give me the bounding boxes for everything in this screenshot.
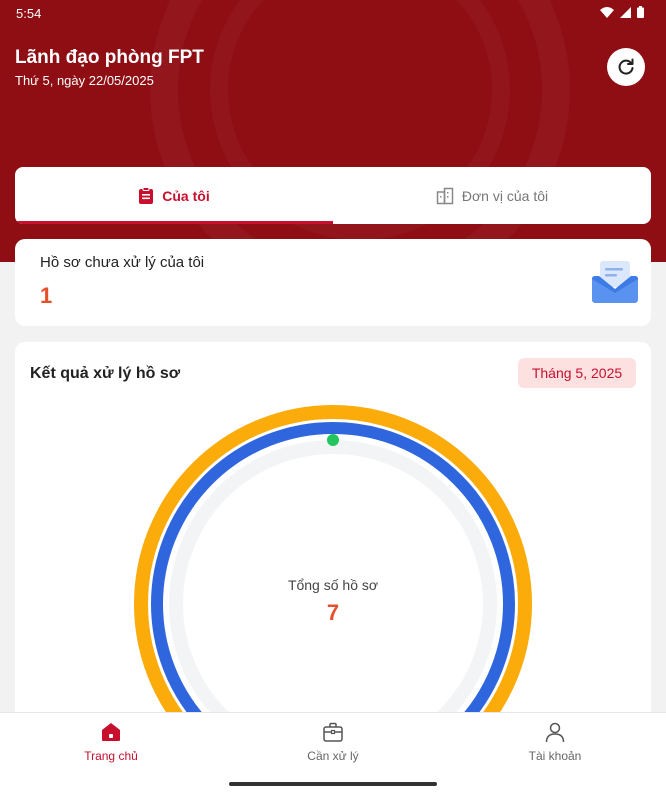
home-icon bbox=[102, 723, 120, 741]
donut-marker-dot bbox=[327, 434, 339, 446]
building-icon bbox=[436, 187, 454, 204]
results-card: Kết quả xử lý hồ sơ Tháng 5, 2025 Tổng s… bbox=[15, 342, 651, 742]
briefcase-icon bbox=[323, 722, 343, 742]
tab-active-indicator bbox=[15, 221, 333, 224]
user-icon bbox=[545, 722, 565, 743]
results-donut-chart bbox=[134, 405, 532, 742]
clipboard-icon bbox=[139, 186, 154, 204]
refresh-icon bbox=[618, 58, 634, 75]
page-title: Lãnh đạo phòng FPT bbox=[15, 47, 204, 68]
donut-track bbox=[169, 440, 497, 742]
nav-pending-label: Cần xử lý bbox=[307, 749, 359, 763]
total-records-label: Tổng số hồ sơ bbox=[287, 577, 379, 593]
pending-records-count: 1 bbox=[40, 283, 53, 308]
tab-my-label: Của tôi bbox=[162, 187, 210, 204]
nav-home-label: Trang chủ bbox=[84, 749, 138, 763]
pending-records-label: Hồ sơ chưa xử lý của tôi bbox=[40, 254, 205, 271]
status-time: 5:54 bbox=[16, 6, 42, 21]
tab-my-unit-label: Đơn vị của tôi bbox=[461, 187, 549, 204]
home-indicator bbox=[229, 782, 437, 786]
nav-account[interactable]: Tài khoản bbox=[444, 721, 666, 763]
nav-account-label: Tài khoản bbox=[528, 749, 582, 763]
signal-icon bbox=[620, 6, 631, 18]
nav-home[interactable]: Trang chủ bbox=[0, 721, 222, 763]
bottom-navigation: Trang chủ Cần xử lý Tài khoản bbox=[0, 712, 666, 800]
refresh-button[interactable] bbox=[607, 48, 645, 86]
wifi-icon bbox=[600, 6, 614, 18]
pending-records-card[interactable]: Hồ sơ chưa xử lý của tôi 1 bbox=[15, 239, 651, 326]
total-records-value: 7 bbox=[326, 600, 340, 625]
mail-open-icon bbox=[592, 261, 638, 303]
tab-bar: Của tôi Đơn vị của tôi bbox=[15, 167, 651, 224]
nav-pending[interactable]: Cần xử lý bbox=[222, 721, 444, 763]
current-date: Thứ 5, ngày 22/05/2025 bbox=[15, 73, 154, 88]
tab-my-unit[interactable]: Đơn vị của tôi bbox=[333, 167, 651, 224]
tab-my[interactable]: Của tôi bbox=[15, 167, 333, 224]
status-bar: 5:54 bbox=[0, 0, 666, 28]
battery-icon bbox=[637, 6, 644, 18]
status-icons bbox=[600, 6, 644, 18]
